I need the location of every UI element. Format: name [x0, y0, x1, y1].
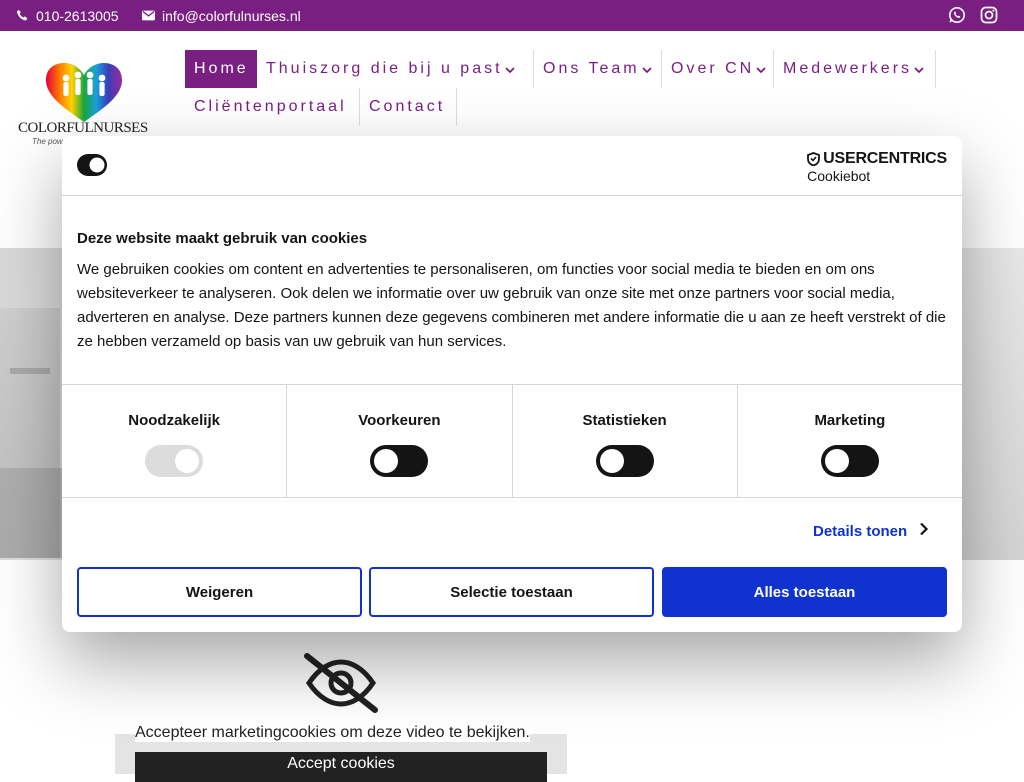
nav-label: Medewerkers	[783, 60, 913, 77]
nav-item-home[interactable]: Home	[185, 50, 257, 88]
cookiebot-logo-icon	[76, 153, 108, 177]
nav-item-thuiszorg[interactable]: Thuiszorg die bij u past	[257, 50, 534, 88]
envelope-icon	[141, 9, 155, 23]
statistics-toggle[interactable]	[595, 445, 654, 477]
nav-label: Contact	[369, 98, 446, 115]
necessary-toggle	[145, 445, 204, 477]
phone-number: 010-2613005	[36, 7, 119, 24]
brand-name: USERCENTRICS	[823, 150, 947, 167]
toggle-knob	[175, 449, 200, 473]
top-contact-bar: 010-2613005 info@colorfulnurses.nl	[0, 0, 1024, 31]
whatsapp-icon[interactable]	[948, 6, 966, 24]
preferences-toggle[interactable]	[370, 445, 429, 477]
phone-icon	[15, 9, 29, 23]
category-preferences: Voorkeuren	[287, 385, 513, 497]
category-label: Noodzakelijk	[128, 412, 220, 429]
chevron-down-icon	[504, 63, 516, 75]
nav-label: Over CN	[671, 60, 755, 77]
chevron-right-icon	[919, 522, 929, 540]
chevron-down-icon	[641, 63, 653, 75]
nav-label: Home	[194, 60, 249, 77]
nav-label: Thuiszorg die bij u past	[266, 60, 503, 77]
nav-item-contact[interactable]: Contact	[360, 88, 457, 126]
category-necessary: Noodzakelijk	[62, 385, 288, 497]
dialog-title: Deze website maakt gebruik van cookies	[77, 230, 368, 247]
cookie-consent-dialog: USERCENTRICS Cookiebot Deze website maak…	[62, 136, 962, 632]
video-placeholder: Accepteer marketingcookies om deze video…	[115, 640, 567, 782]
nav-item-clientenportaal[interactable]: Cliëntenportaal	[185, 88, 360, 126]
eye-slash-icon	[303, 652, 379, 714]
category-statistics: Statistieken	[513, 385, 738, 497]
marketing-toggle[interactable]	[820, 445, 879, 477]
dialog-header: USERCENTRICS Cookiebot	[62, 136, 962, 196]
toggle-knob	[374, 449, 399, 473]
email-link[interactable]: info@colorfulnurses.nl	[141, 0, 301, 31]
hero-shelf-line	[10, 368, 50, 374]
allow-all-button[interactable]: Alles toestaan	[662, 567, 947, 617]
logo-wordmark: COLORFULNURSES	[18, 120, 148, 136]
logo-tagline: The pow	[32, 137, 63, 146]
shield-icon	[807, 152, 821, 166]
instagram-icon[interactable]	[980, 6, 998, 24]
nav-label: Cliëntenportaal	[194, 98, 347, 115]
nav-item-medewerkers[interactable]: Medewerkers	[774, 50, 936, 88]
accept-cookies-button[interactable]: Accept cookies	[135, 752, 547, 782]
video-consent-message: Accepteer marketingcookies om deze video…	[135, 724, 530, 742]
show-details-link[interactable]: Details tonen	[813, 522, 929, 540]
toggle-knob	[599, 449, 624, 473]
nav-item-over-cn[interactable]: Over CN	[662, 50, 774, 88]
dialog-body-text: We gebruiken cookies om content en adver…	[77, 261, 946, 350]
nav-label: Ons Team	[543, 60, 640, 77]
phone-link[interactable]: 010-2613005	[15, 0, 119, 31]
chevron-down-icon	[913, 63, 925, 75]
category-marketing: Marketing	[738, 385, 962, 497]
usercentrics-brand[interactable]: USERCENTRICS Cookiebot	[807, 150, 947, 184]
brand-product: Cookiebot	[807, 168, 871, 184]
cookie-categories: Noodzakelijk Voorkeuren Statistieken Mar…	[62, 384, 962, 498]
nav-item-ons-team[interactable]: Ons Team	[534, 50, 662, 88]
hero-right-edge	[962, 248, 1024, 560]
category-label: Marketing	[814, 412, 886, 429]
email-address: info@colorfulnurses.nl	[162, 7, 301, 24]
category-label: Statistieken	[582, 412, 667, 429]
rainbow-heart-icon	[46, 63, 122, 122]
toggle-knob	[824, 449, 849, 473]
details-label: Details tonen	[813, 522, 908, 540]
allow-selection-button[interactable]: Selectie toestaan	[369, 567, 654, 617]
chevron-down-icon	[755, 63, 767, 75]
deny-button[interactable]: Weigeren	[77, 567, 362, 617]
category-label: Voorkeuren	[358, 412, 441, 429]
